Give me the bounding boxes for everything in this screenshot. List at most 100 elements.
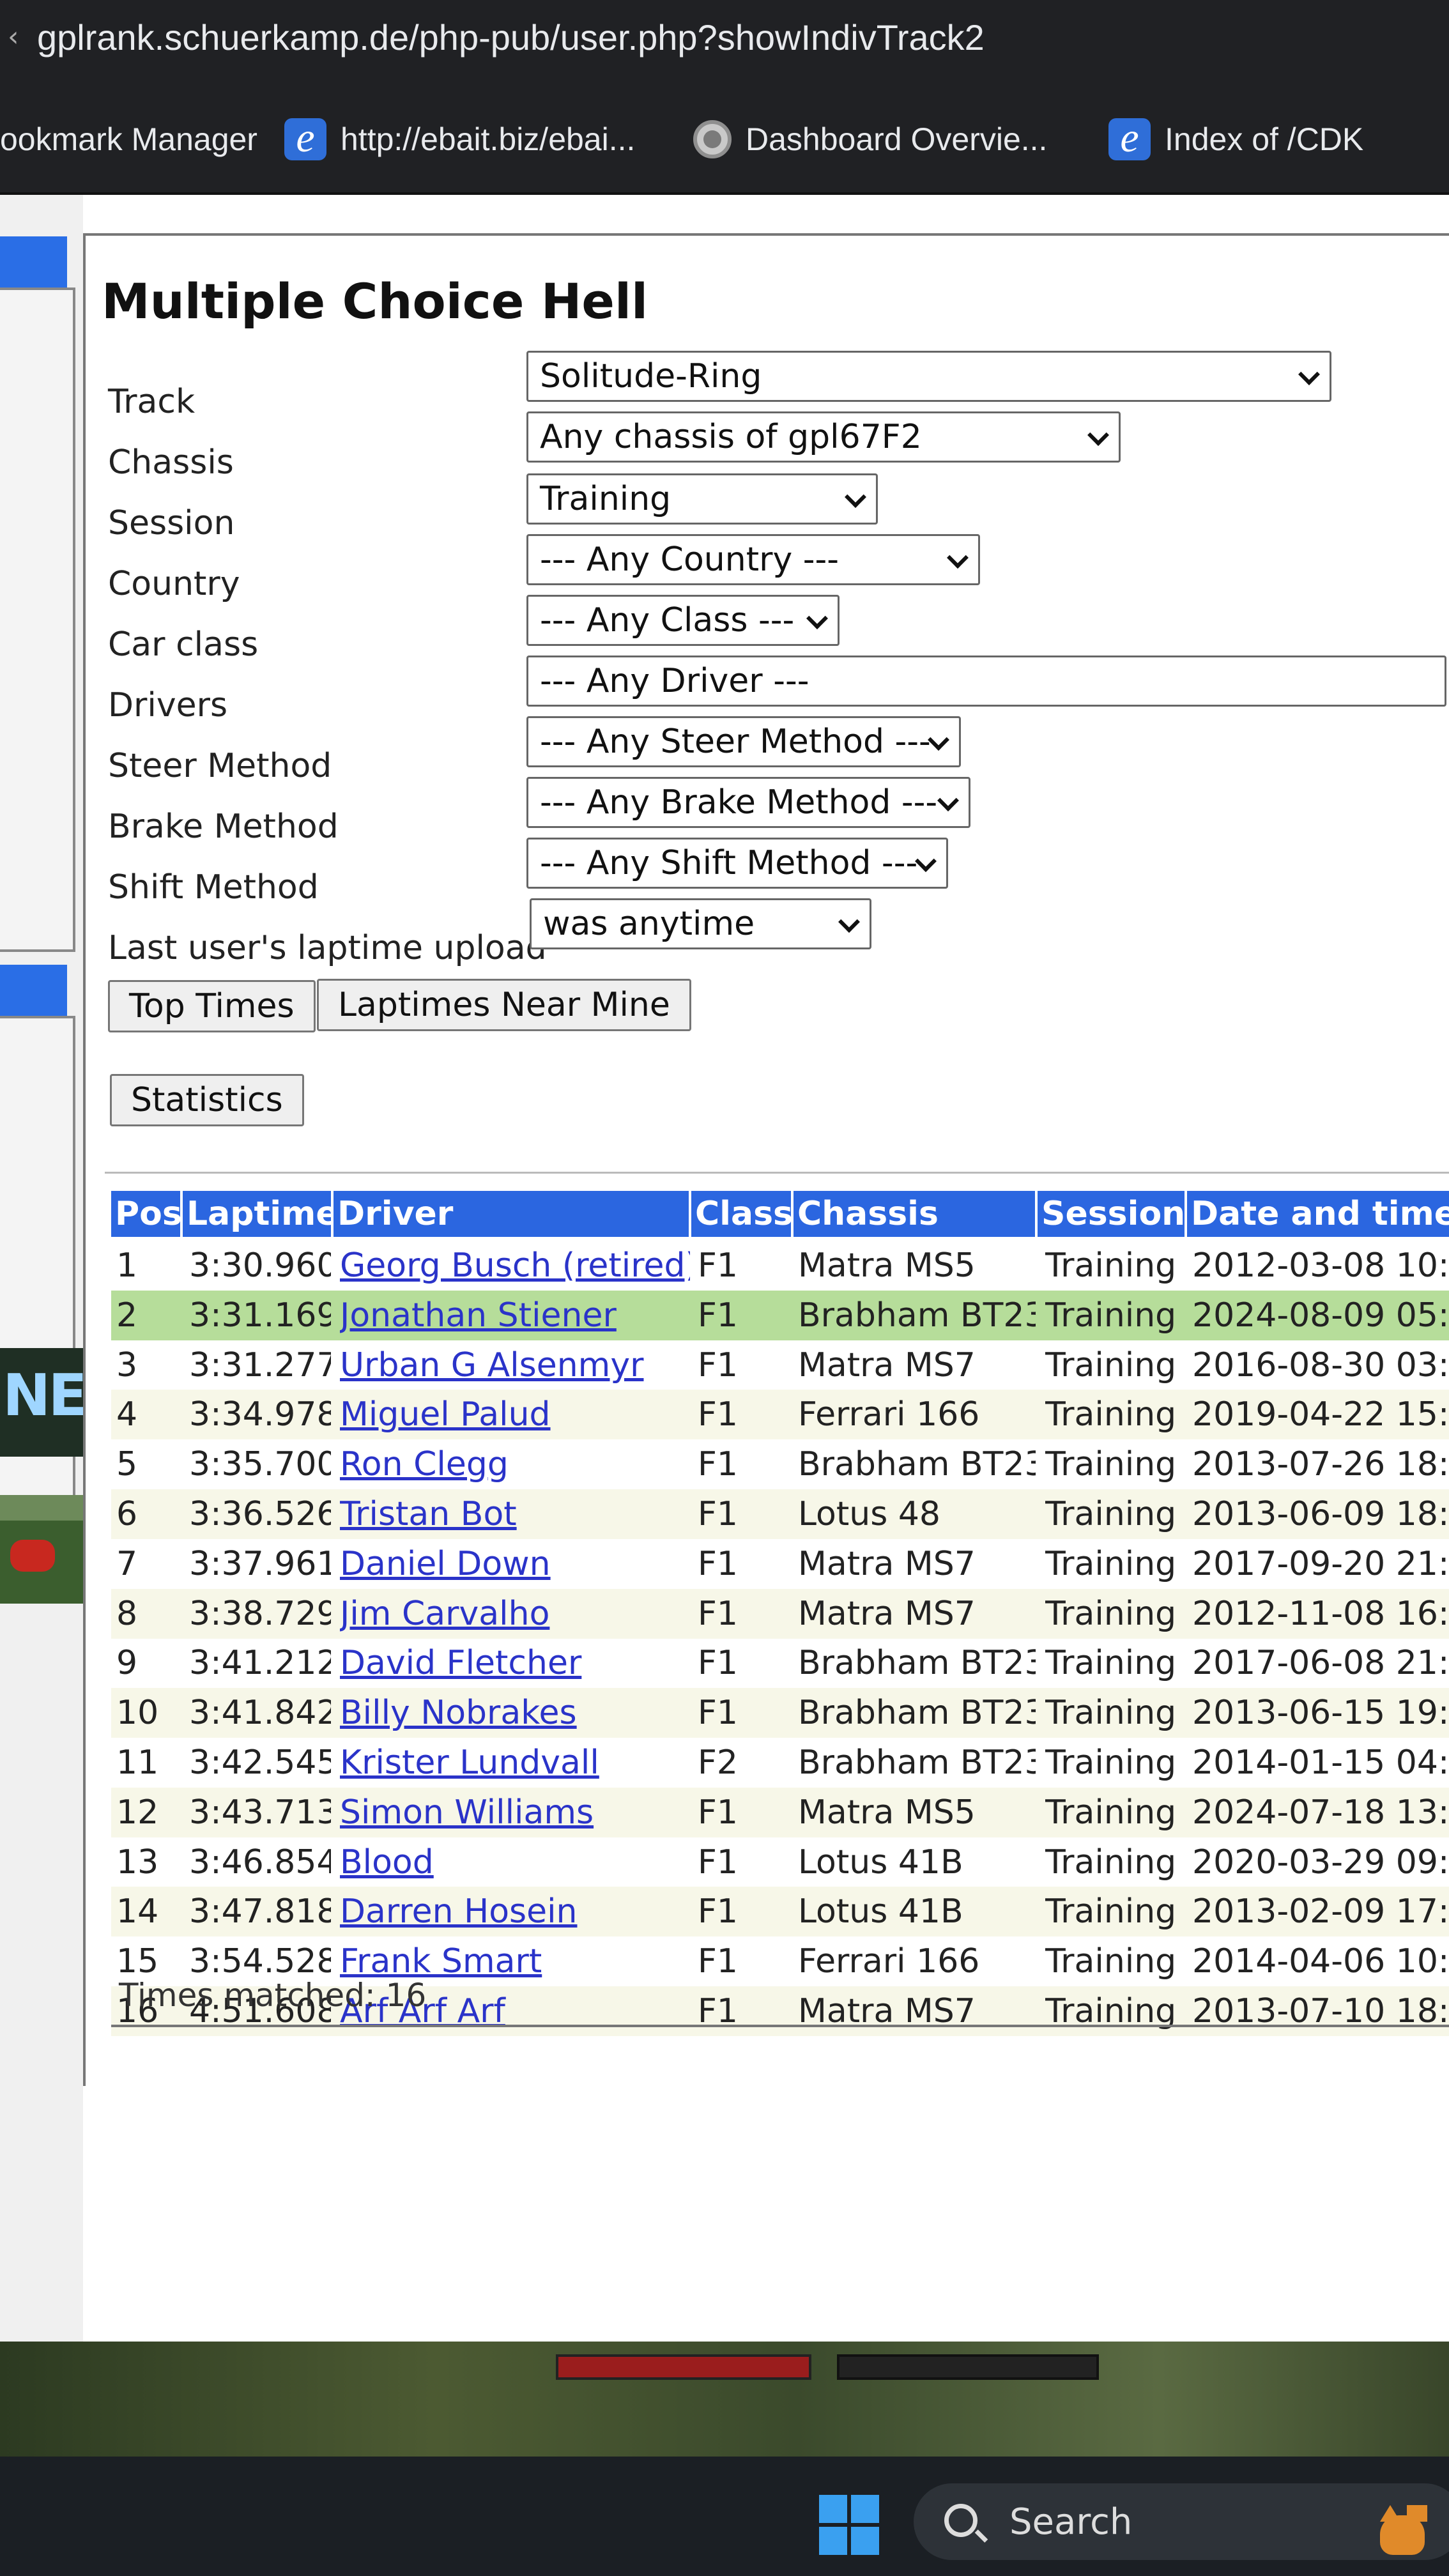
window-thumbnail xyxy=(556,2354,811,2380)
driver-link[interactable]: Miguel Palud xyxy=(340,1390,690,1439)
class-cell: F2 xyxy=(698,1744,738,1782)
chevron-down-icon xyxy=(1088,427,1107,447)
laptime-cell: 3:41.212 xyxy=(189,1644,331,1683)
laptime-cell: 3:30.960 xyxy=(189,1246,331,1285)
drivers-value: --- Any Driver --- xyxy=(540,662,809,700)
top-times-button[interactable]: Top Times xyxy=(108,980,316,1032)
session-select[interactable]: Training xyxy=(526,473,878,525)
bookmark-label: Dashboard Overvie... xyxy=(746,121,1048,157)
times-matched: Times matched: 16 xyxy=(119,1977,427,2014)
driver-link[interactable]: Ron Clegg xyxy=(340,1439,690,1489)
bookmark-cdk[interactable]: e Index of /CDK xyxy=(1108,114,1363,165)
steer-method-value: --- Any Steer Method --- xyxy=(540,723,931,761)
drivers-label: Drivers xyxy=(108,686,228,724)
col-header-pos[interactable]: Pos xyxy=(111,1191,180,1237)
session-cell: Training xyxy=(1045,1644,1177,1683)
session-label: Session xyxy=(108,504,235,542)
shift-method-select[interactable]: --- Any Shift Method --- xyxy=(526,838,948,889)
country-select[interactable]: --- Any Country --- xyxy=(526,534,980,585)
steer-method-select[interactable]: --- Any Steer Method --- xyxy=(526,716,961,767)
country-label: Country xyxy=(108,565,240,603)
sidebar-active-item[interactable] xyxy=(0,236,67,288)
banner-thumbnail[interactable]: NE xyxy=(0,1348,91,1457)
cat-icon[interactable] xyxy=(1374,2501,1431,2559)
chevron-down-icon xyxy=(839,914,858,933)
chassis-cell: Lotus 48 xyxy=(798,1495,941,1533)
sidebar-active-item[interactable] xyxy=(0,965,67,1016)
car-class-select[interactable]: --- Any Class --- xyxy=(526,595,839,646)
driver-link[interactable]: Billy Nobrakes xyxy=(340,1688,690,1738)
address-bar[interactable]: ‹ gplrank.schuerkamp.de/php-pub/user.php… xyxy=(0,0,1449,77)
laptime-cell: 3:37.961 xyxy=(189,1544,331,1583)
bookmark-dashboard[interactable]: Dashboard Overvie... xyxy=(693,114,1047,165)
laptimes-near-mine-button[interactable]: Laptimes Near Mine xyxy=(317,979,691,1031)
driver-link[interactable]: Simon Williams xyxy=(340,1788,690,1837)
search-label: Search xyxy=(1009,2501,1133,2543)
table-row: 10 3:41.842 Billy Nobrakes F1 Brabham BT23 Tr… xyxy=(111,1688,1449,1738)
url-text[interactable]: gplrank.schuerkamp.de/php-pub/user.php?s… xyxy=(37,17,985,58)
driver-link[interactable]: Krister Lundvall xyxy=(340,1738,690,1788)
date-cell: 2017-06-08 21: xyxy=(1192,1644,1449,1683)
driver-link[interactable]: Blood xyxy=(340,1837,690,1887)
session-cell: Training xyxy=(1045,1594,1177,1633)
bookmark-ebait[interactable]: e http://ebait.biz/ebai... xyxy=(284,114,635,165)
table-row: 7 3:37.961 Daniel Down F1 Matra MS7 Training 2… xyxy=(111,1539,1449,1589)
date-cell: 2013-06-15 19: xyxy=(1192,1694,1449,1733)
taskbar-search[interactable]: Search xyxy=(914,2483,1449,2560)
col-header-session[interactable]: Session xyxy=(1038,1191,1184,1237)
driver-link[interactable]: Jim Carvalho xyxy=(340,1589,690,1639)
driver-link[interactable]: Urban G Alsenmyr xyxy=(340,1340,690,1390)
upload-time-value: was anytime xyxy=(543,905,755,943)
col-header-class[interactable]: Class xyxy=(691,1191,791,1237)
shift-method-value: --- Any Shift Method --- xyxy=(540,844,918,882)
main-panel: Multiple Choice Hell Track Chassis Sessi… xyxy=(83,233,1449,2086)
windows-start-icon[interactable] xyxy=(819,2495,879,2555)
session-cell: Training xyxy=(1045,1992,1177,2030)
driver-link[interactable]: Jonathan Stiener xyxy=(340,1291,690,1340)
col-header-laptime[interactable]: Laptime xyxy=(183,1191,331,1237)
page-info-icon[interactable]: ‹ xyxy=(8,20,19,53)
pos-cell: 6 xyxy=(116,1495,138,1533)
class-cell: F1 xyxy=(698,1495,738,1533)
chassis-cell: Ferrari 166 xyxy=(798,1942,980,1981)
race-car-thumbnail[interactable] xyxy=(0,1495,91,1604)
pos-cell: 2 xyxy=(116,1296,138,1335)
driver-link[interactable]: Tristan Bot xyxy=(340,1489,690,1539)
desktop-wallpaper xyxy=(0,2342,1449,2457)
chassis-value: Any chassis of gpl67F2 xyxy=(540,418,922,456)
laptime-cell: 3:35.700 xyxy=(189,1445,331,1484)
sidebar-box xyxy=(0,288,75,952)
table-row: 1 3:30.960 Georg Busch (retired) F1 Matra MS… xyxy=(111,1241,1449,1291)
chevron-down-icon xyxy=(807,611,826,630)
bookmark-manager[interactable]: ookmark Manager xyxy=(0,114,257,165)
chevron-down-icon xyxy=(928,732,947,751)
col-header-date[interactable]: Date and time xyxy=(1187,1191,1449,1237)
driver-link[interactable]: David Fletcher xyxy=(340,1638,690,1688)
driver-link[interactable]: Georg Busch (retired) xyxy=(340,1241,690,1291)
col-header-chassis[interactable]: Chassis xyxy=(793,1191,1035,1237)
track-select[interactable]: Solitude-Ring xyxy=(526,351,1331,402)
laptime-cell: 3:31.277 xyxy=(189,1346,331,1384)
table-row: 11 3:42.545 Krister Lundvall F2 Brabham BT23… xyxy=(111,1738,1449,1788)
globe-icon xyxy=(693,120,732,158)
statistics-button[interactable]: Statistics xyxy=(110,1074,304,1126)
col-header-driver[interactable]: Driver xyxy=(334,1191,689,1237)
chassis-cell: Matra MS7 xyxy=(798,1594,976,1633)
chassis-cell: Brabham BT23 xyxy=(798,1744,1036,1782)
brake-method-select[interactable]: --- Any Brake Method --- xyxy=(526,777,970,828)
upload-time-label: Last user's laptime upload xyxy=(108,929,547,967)
bookmark-label: Index of /CDK xyxy=(1165,121,1364,157)
session-cell: Training xyxy=(1045,1744,1177,1782)
web-page: NE Multiple Choice Hell Track Chassis Se… xyxy=(0,195,1449,2342)
class-cell: F1 xyxy=(698,1843,738,1882)
laptime-cell: 3:43.713 xyxy=(189,1793,331,1832)
search-icon xyxy=(944,2504,977,2537)
chassis-select[interactable]: Any chassis of gpl67F2 xyxy=(526,411,1121,463)
driver-link[interactable]: Darren Hosein xyxy=(340,1887,690,1936)
panel-border xyxy=(111,2025,1449,2027)
drivers-select[interactable]: --- Any Driver --- xyxy=(526,656,1446,707)
chevron-down-icon xyxy=(938,793,957,812)
driver-link[interactable]: Daniel Down xyxy=(340,1539,690,1589)
upload-time-select[interactable]: was anytime xyxy=(530,898,871,949)
class-cell: F1 xyxy=(698,1644,738,1683)
